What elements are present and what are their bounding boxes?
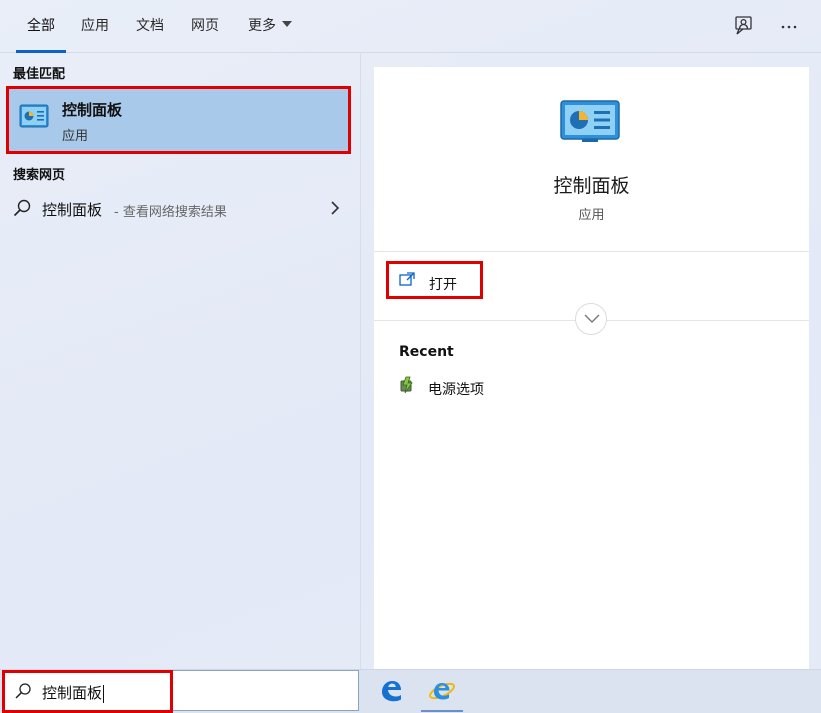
- tab-apps[interactable]: 应用: [80, 0, 110, 52]
- web-search-result[interactable]: 控制面板 - 查看网络搜索结果: [0, 190, 360, 226]
- open-button[interactable]: 打开: [386, 261, 483, 299]
- search-icon: [15, 683, 31, 699]
- power-options-icon: [400, 376, 413, 394]
- best-match-subtitle: 应用: [62, 129, 89, 144]
- tab-web-label: 网页: [191, 18, 219, 34]
- web-search-heading: 搜索网页: [13, 168, 66, 183]
- tab-all-label: 全部: [27, 18, 55, 34]
- web-search-term: 控制面板: [42, 201, 103, 219]
- taskbar: 控制面板: [0, 669, 821, 713]
- expand-button[interactable]: [575, 303, 607, 335]
- tab-more-label: 更多: [248, 18, 276, 34]
- tab-all[interactable]: 全部: [16, 0, 66, 53]
- text-caret: [103, 684, 105, 703]
- search-icon: [13, 199, 31, 217]
- open-external-icon: [399, 272, 415, 286]
- recent-item-label: 电源选项: [428, 382, 484, 398]
- recent-item-power-options[interactable]: 电源选项: [396, 373, 656, 401]
- chevron-right-icon[interactable]: [327, 199, 343, 217]
- tab-more[interactable]: 更多: [246, 0, 294, 52]
- preview-title: 控制面板: [553, 175, 630, 197]
- search-query-text: 控制面板: [42, 684, 103, 702]
- preview-subtitle: 应用: [578, 208, 605, 223]
- ellipsis-icon[interactable]: [778, 14, 802, 38]
- open-button-label: 打开: [429, 277, 457, 293]
- feedback-icon[interactable]: [733, 14, 757, 38]
- tab-documents[interactable]: 文档: [135, 0, 165, 52]
- tab-web[interactable]: 网页: [190, 0, 220, 52]
- best-match-title: 控制面板: [62, 101, 123, 119]
- control-panel-icon: [19, 104, 49, 128]
- dropdown-arrow-icon: [282, 21, 292, 27]
- preview-header: 控制面板 应用: [374, 67, 809, 252]
- search-input-value: 控制面板: [42, 682, 105, 703]
- internet-explorer-icon[interactable]: [428, 677, 456, 705]
- tab-apps-label: 应用: [81, 18, 109, 34]
- tab-documents-label: 文档: [136, 18, 164, 34]
- edge-legacy-icon[interactable]: [377, 677, 405, 705]
- recent-heading: Recent: [399, 344, 454, 360]
- best-match-result[interactable]: 控制面板 应用: [6, 86, 351, 154]
- start-search-window: 全部 应用 文档 网页 更多 最佳匹配 控制面板 应用 搜索网页 控制面板 - …: [0, 0, 821, 713]
- filter-tab-bar: 全部 应用 文档 网页 更多: [0, 0, 821, 53]
- search-input[interactable]: 控制面板: [3, 670, 359, 711]
- chevron-down-icon: [584, 314, 600, 323]
- preview-pane: 控制面板 应用 打开 Recent 电源选项: [374, 67, 809, 669]
- best-match-heading: 最佳匹配: [13, 67, 66, 82]
- control-panel-large-icon: [560, 100, 620, 142]
- web-search-hint: - 查看网络搜索结果: [114, 205, 227, 220]
- pane-divider: [360, 52, 361, 669]
